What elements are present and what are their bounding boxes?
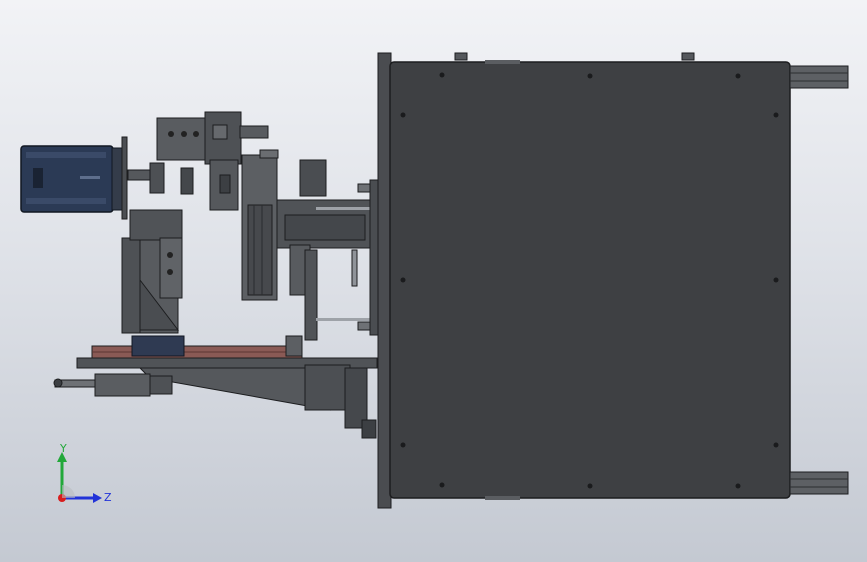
enclosure[interactable] xyxy=(377,52,791,509)
base-beam[interactable] xyxy=(53,357,378,439)
left-support-frame[interactable] xyxy=(121,162,194,334)
rail-bottom xyxy=(789,471,849,495)
triad-z-arrow xyxy=(93,493,102,503)
enclosure-bottom-lip xyxy=(485,496,520,500)
servo-motor[interactable] xyxy=(20,136,128,220)
central-slide-column[interactable] xyxy=(241,149,379,341)
top-knob-left xyxy=(454,52,468,61)
assembly-model[interactable] xyxy=(0,0,867,562)
cad-graphics-viewport[interactable]: Y Z xyxy=(0,0,867,562)
enclosure-body xyxy=(389,61,791,499)
triad-axes-icon: Y Z xyxy=(57,442,112,504)
rail-top xyxy=(789,65,849,89)
orientation-triad: Y Z xyxy=(40,440,120,510)
triad-z-label: Z xyxy=(104,491,112,504)
linear-rail[interactable] xyxy=(91,335,303,359)
enclosure-flange xyxy=(377,52,392,509)
top-knob-right xyxy=(681,52,695,61)
triad-y-label: Y xyxy=(59,442,67,455)
right-extrusion-rails[interactable] xyxy=(789,65,849,495)
enclosure-top-lip xyxy=(485,60,520,64)
